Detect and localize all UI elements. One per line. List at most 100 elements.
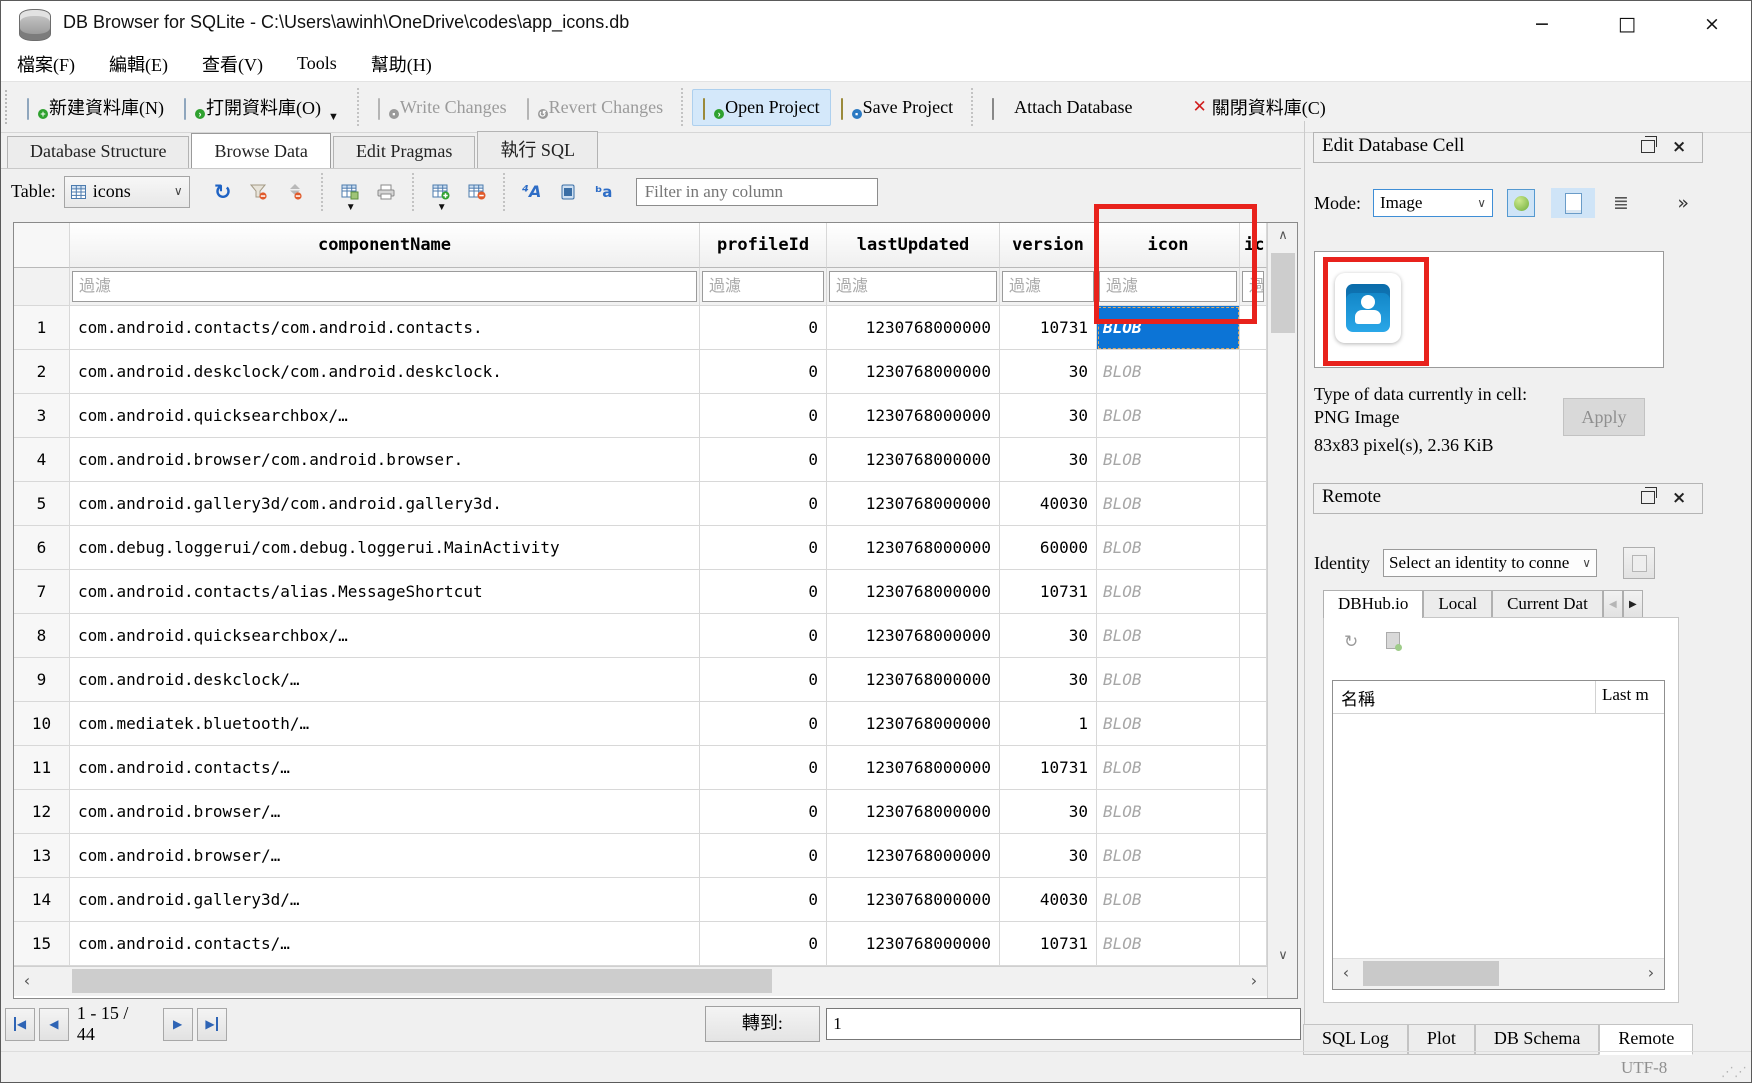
panel-overflow-button[interactable]: »	[1677, 192, 1689, 214]
remote-scroll-thumb[interactable]	[1363, 961, 1499, 986]
cell-profileid[interactable]: 0	[700, 834, 827, 878]
cell-lastupdated[interactable]: 1230768000000	[827, 834, 1000, 878]
clear-filters-button[interactable]	[246, 179, 272, 205]
cell-profileid[interactable]: 0	[700, 790, 827, 834]
filter-cell-clipped[interactable]: 過濾	[1240, 268, 1267, 306]
show-rowid-button[interactable]	[555, 179, 581, 205]
close-database-button[interactable]: ✕ 關閉資料庫(C)	[1183, 87, 1336, 127]
vertical-scroll-thumb[interactable]	[1271, 253, 1295, 333]
cell-componentname[interactable]: com.android.contacts/…	[70, 922, 700, 966]
filter-cell-lastupdated[interactable]: 過濾	[827, 268, 1000, 306]
remote-refresh-icon[interactable]: ↻	[1344, 632, 1358, 652]
cell-version[interactable]: 10731	[1000, 922, 1097, 966]
text-mode-button[interactable]	[1551, 188, 1595, 218]
tab-dbhub[interactable]: DBHub.io	[1323, 590, 1423, 618]
column-header-clipped[interactable]: ic	[1240, 223, 1267, 268]
cell-lastupdated[interactable]: 1230768000000	[827, 526, 1000, 570]
cell-profileid[interactable]: 0	[700, 570, 827, 614]
cell-profileid[interactable]: 0	[700, 614, 827, 658]
cell-version[interactable]: 40030	[1000, 878, 1097, 922]
cell-icon-blob[interactable]: BLOB	[1097, 526, 1240, 570]
apply-button[interactable]: Apply	[1563, 398, 1645, 436]
cell-profileid[interactable]: 0	[700, 878, 827, 922]
cell-lastupdated[interactable]: 1230768000000	[827, 350, 1000, 394]
last-record-button[interactable]: ▶	[197, 1008, 227, 1041]
cell-profileid[interactable]: 0	[700, 350, 827, 394]
cell-lastupdated[interactable]: 1230768000000	[827, 878, 1000, 922]
cell-version[interactable]: 10731	[1000, 570, 1097, 614]
cell-profileid[interactable]: 0	[700, 526, 827, 570]
cell-componentname[interactable]: com.mediatek.bluetooth/…	[70, 702, 700, 746]
cell-componentname[interactable]: com.android.gallery3d/com.android.galler…	[70, 482, 700, 526]
new-database-button[interactable]: + 新建資料庫(N)	[17, 87, 174, 127]
open-database-button[interactable]: › 打開資料庫(O) ▼	[174, 87, 349, 127]
cell-icon-blob[interactable]: BLOB	[1097, 570, 1240, 614]
cell-version[interactable]: 30	[1000, 614, 1097, 658]
attach-database-button[interactable]: Attach Database	[982, 90, 1142, 125]
scroll-left-icon[interactable]: ‹	[14, 967, 40, 995]
cell-componentname[interactable]: com.android.deskclock/…	[70, 658, 700, 702]
previous-record-button[interactable]: ◀	[39, 1008, 69, 1041]
insert-record-dropdown-arrow[interactable]: ▼	[437, 202, 447, 213]
cell-componentname[interactable]: com.android.contacts/alias.MessageShortc…	[70, 570, 700, 614]
tab-execute-sql[interactable]: 執行 SQL	[477, 131, 598, 168]
edit-display-format-button[interactable]: ⁴A	[519, 179, 545, 205]
resize-grip-icon[interactable]: ⋰⋰	[1721, 1065, 1747, 1080]
tab-scroll-right-icon[interactable]: ▶	[1623, 590, 1643, 618]
cell-version[interactable]: 30	[1000, 790, 1097, 834]
cell-version[interactable]: 10731	[1000, 746, 1097, 790]
remote-clone-database-icon[interactable]	[1386, 632, 1400, 649]
tab-local[interactable]: Local	[1423, 590, 1492, 618]
print-button[interactable]	[373, 179, 399, 205]
tab-database-structure[interactable]: Database Structure	[7, 136, 189, 168]
cell-componentname[interactable]: com.android.quicksearchbox/…	[70, 394, 700, 438]
filter-any-column-input[interactable]	[636, 178, 878, 206]
cell-icon-blob[interactable]: BLOB	[1097, 702, 1240, 746]
scroll-right-icon[interactable]: ›	[1638, 959, 1664, 987]
cell-icon-blob[interactable]: BLOB	[1097, 438, 1240, 482]
identity-select[interactable]: Select an identity to conne ∨	[1383, 549, 1597, 577]
refresh-button[interactable]: ↻	[210, 179, 236, 205]
cell-icon-blob[interactable]: BLOB	[1097, 878, 1240, 922]
open-database-dropdown-arrow[interactable]: ▼	[328, 111, 339, 123]
cell-componentname[interactable]: com.android.browser/…	[70, 834, 700, 878]
cell-version[interactable]: 40030	[1000, 482, 1097, 526]
insert-record-button[interactable]: ▼	[428, 179, 454, 205]
cell-icon-blob[interactable]: BLOB	[1097, 658, 1240, 702]
cell-profileid[interactable]: 0	[700, 306, 827, 350]
revert-changes-button[interactable]: ↺ Revert Changes	[517, 90, 673, 125]
cell-lastupdated[interactable]: 1230768000000	[827, 306, 1000, 350]
goto-button[interactable]: 轉到:	[705, 1006, 821, 1042]
cell-componentname[interactable]: com.android.deskclock/com.android.deskcl…	[70, 350, 700, 394]
filter-cell-version[interactable]: 過濾	[1000, 268, 1097, 306]
cell-icon-blob[interactable]: BLOB	[1097, 482, 1240, 526]
cell-lastupdated[interactable]: 1230768000000	[827, 394, 1000, 438]
table-select[interactable]: icons ∨	[64, 176, 190, 208]
open-project-button[interactable]: › Open Project	[692, 89, 830, 126]
cell-version[interactable]: 10731	[1000, 306, 1097, 350]
float-panel-icon[interactable]	[1641, 140, 1655, 153]
cell-icon-blob[interactable]: BLOB	[1097, 614, 1240, 658]
scroll-left-icon[interactable]: ‹	[1333, 959, 1359, 987]
tab-scroll-left-icon[interactable]: ◀	[1603, 590, 1623, 618]
first-record-button[interactable]: ◀	[5, 1008, 35, 1041]
clear-sort-button[interactable]	[282, 179, 308, 205]
cell-icon-blob[interactable]: BLOB	[1097, 922, 1240, 966]
scroll-right-icon[interactable]: ›	[1241, 967, 1267, 995]
cell-icon-blob[interactable]: BLOB	[1097, 834, 1240, 878]
filter-cell-profileid[interactable]: 過濾	[700, 268, 827, 306]
cell-profileid[interactable]: 0	[700, 438, 827, 482]
identity-settings-button[interactable]	[1623, 547, 1655, 579]
word-wrap-button[interactable]: ≣	[1613, 192, 1629, 214]
menu-edit[interactable]: 編輯(E)	[105, 49, 172, 79]
goto-record-input[interactable]	[826, 1008, 1301, 1040]
next-record-button[interactable]: ▶	[163, 1008, 193, 1041]
cell-lastupdated[interactable]: 1230768000000	[827, 790, 1000, 834]
filter-cell-icon[interactable]: 過濾	[1097, 268, 1240, 306]
cell-version[interactable]: 60000	[1000, 526, 1097, 570]
mode-select[interactable]: Image ∨	[1373, 189, 1493, 217]
cell-profileid[interactable]: 0	[700, 922, 827, 966]
menu-tools[interactable]: Tools	[293, 51, 341, 76]
cell-version[interactable]: 30	[1000, 438, 1097, 482]
import-data-button[interactable]	[1507, 189, 1535, 217]
